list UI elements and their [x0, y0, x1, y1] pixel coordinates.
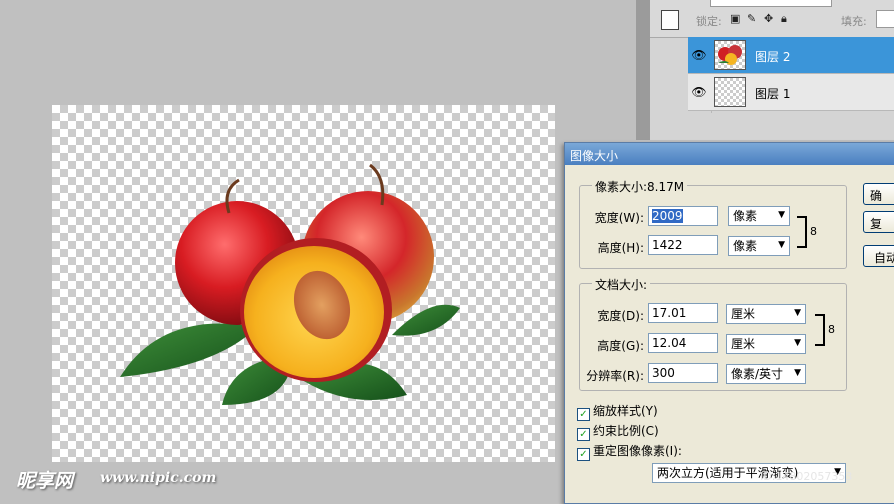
resolution-unit: 像素/英寸 — [731, 367, 784, 381]
constrain-bracket — [797, 216, 807, 248]
resolution-unit-select[interactable]: 像素/英寸 ▼ — [726, 364, 806, 384]
ok-button[interactable]: 确 — [863, 183, 894, 205]
doc-height-value: 12.04 — [652, 336, 687, 350]
pixel-width-value: 2009 — [652, 209, 683, 223]
resample-image-label: 重定图像像素(I): — [593, 444, 682, 458]
link-chain-icon: 8 — [828, 323, 835, 336]
document-canvas[interactable] — [52, 105, 555, 462]
layers-lock-bar: 锁定: ▣ ✎ ✥ 🔒︎ 填充: — [650, 0, 894, 38]
layer-row-2[interactable]: 图层 2 — [688, 37, 894, 74]
resolution-input[interactable]: 300 — [648, 363, 718, 383]
watermark-brand: 昵享网 — [16, 470, 74, 492]
doc-constrain-bracket — [815, 314, 825, 346]
pixel-height-unit: 像素 — [733, 239, 758, 253]
layer-row-1[interactable]: 图层 1 — [688, 74, 894, 111]
checkmark-icon: ✓ — [577, 428, 590, 441]
ok-button-label: 确 — [870, 189, 883, 203]
constrain-proportions-checkbox[interactable]: ✓ 约束比例(C) — [577, 422, 659, 441]
watermark-url: www.nipic.com — [100, 470, 217, 486]
auto-button-label: 自动 — [874, 251, 894, 265]
dialog-titlebar[interactable]: 图像大小 — [565, 143, 894, 165]
lock-move-icon[interactable]: ✥ — [764, 12, 773, 25]
chevron-down-icon: ▼ — [778, 210, 785, 220]
doc-height-unit-select[interactable]: 厘米 ▼ — [726, 334, 806, 354]
doc-width-unit: 厘米 — [731, 307, 756, 321]
doc-height-input[interactable]: 12.04 — [648, 333, 718, 353]
constrain-proportions-label: 约束比例(C) — [593, 424, 659, 438]
pixel-width-input[interactable]: 2009 — [648, 206, 718, 226]
document-size-legend: 文档大小: — [592, 276, 651, 293]
layer-name: 图层 1 — [755, 87, 791, 101]
chevron-down-icon: ▼ — [794, 308, 801, 318]
chevron-down-icon: ▼ — [794, 368, 801, 378]
doc-height-unit: 厘米 — [731, 337, 756, 351]
resolution-value: 300 — [652, 366, 675, 380]
plums-image — [120, 163, 460, 405]
reset-button-label: 复 — [870, 217, 883, 231]
resample-image-checkbox[interactable]: ✓ 重定图像像素(I): — [577, 442, 682, 461]
lock-transparent-icon[interactable]: ▣ — [730, 12, 740, 25]
checkmark-icon: ✓ — [577, 408, 590, 421]
dialog-title: 图像大小 — [570, 149, 619, 163]
doc-width-value: 17.01 — [652, 306, 687, 320]
link-chain-icon: 8 — [810, 225, 817, 238]
layer-thumbnail — [714, 40, 746, 70]
watermark-id: ID:14802057353 — [760, 470, 853, 483]
layer-name: 图层 2 — [755, 50, 791, 64]
fill-input[interactable] — [876, 10, 894, 28]
pixel-height-value: 1422 — [652, 238, 683, 252]
fill-label: 填充: — [841, 15, 867, 28]
blend-field[interactable] — [710, 0, 832, 7]
pixel-width-unit-select[interactable]: 像素 ▼ — [728, 206, 790, 226]
pixel-height-unit-select[interactable]: 像素 ▼ — [728, 236, 790, 256]
chevron-down-icon: ▼ — [778, 240, 785, 250]
scale-styles-label: 缩放样式(Y) — [593, 404, 658, 418]
chevron-down-icon: ▼ — [794, 338, 801, 348]
checkmark-icon: ✓ — [577, 448, 590, 461]
doc-width-label: 宽度(D): — [597, 309, 644, 323]
lock-all-icon[interactable]: 🔒︎ — [781, 12, 787, 26]
lock-label: 锁定: — [696, 15, 722, 28]
auto-button[interactable]: 自动 — [863, 245, 894, 267]
lock-brush-icon[interactable]: ✎ — [747, 12, 756, 25]
image-size-dialog: 图像大小 像素大小:8.17M 宽度(W): 2009 像素 ▼ 高度(H): … — [564, 142, 894, 504]
doc-height-label: 高度(G): — [597, 339, 644, 353]
doc-width-input[interactable]: 17.01 — [648, 303, 718, 323]
pixel-height-input[interactable]: 1422 — [648, 235, 718, 255]
layers-panel-icon[interactable] — [661, 10, 679, 30]
layer-thumbnail — [714, 77, 746, 107]
pixel-width-unit: 像素 — [733, 209, 758, 223]
eye-icon[interactable]: 👁︎ — [688, 37, 710, 73]
layer-thumbnail-art — [718, 45, 742, 65]
pixel-width-label: 宽度(W): — [594, 211, 644, 225]
reset-button[interactable]: 复 — [863, 211, 894, 233]
pixel-height-label: 高度(H): — [597, 241, 644, 255]
scale-styles-checkbox[interactable]: ✓ 缩放样式(Y) — [577, 402, 658, 421]
eye-icon[interactable]: 👁︎ — [688, 74, 710, 110]
doc-width-unit-select[interactable]: 厘米 ▼ — [726, 304, 806, 324]
resolution-label: 分辨率(R): — [586, 369, 644, 383]
panel-divider — [636, 0, 650, 140]
pixel-dimensions-legend: 像素大小:8.17M — [592, 178, 688, 195]
